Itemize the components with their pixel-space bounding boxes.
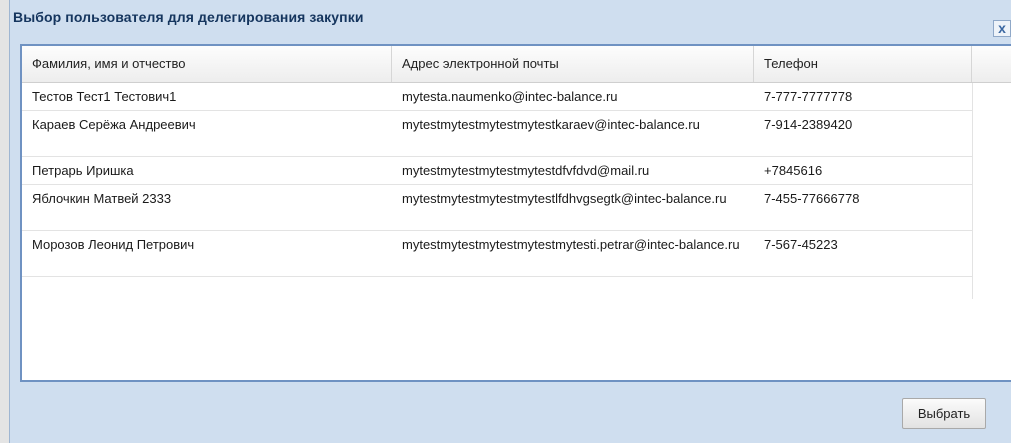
- cell-email: mytestmytestmytestmytestkaraev@intec-bal…: [402, 117, 700, 132]
- cell-email: mytestmytestmytestmytestdfvfdvd@mail.ru: [402, 163, 650, 178]
- cell-email: mytestmytestmytestmytestlfdhvgsegtk@inte…: [402, 191, 727, 206]
- grid-header: Фамилия, имя и отчество Адрес электронно…: [22, 46, 1011, 83]
- cell-phone: 7-777-7777778: [764, 89, 853, 104]
- cell-email: mytestmytestmytestmytestmytesti.petrar@i…: [402, 237, 740, 252]
- table-row[interactable]: Караев Серёжа Андреевич mytestmytestmyte…: [22, 111, 972, 157]
- cell-name: Яблочкин Матвей 2333: [32, 191, 172, 206]
- column-header-name[interactable]: Фамилия, имя и отчество: [22, 46, 392, 82]
- dialog-title: Выбор пользователя для делегирования зак…: [13, 9, 364, 25]
- table-row[interactable]: Яблочкин Матвей 2333 mytestmytestmytestm…: [22, 185, 972, 231]
- table-row[interactable]: Тестов Тест1 Тестович1 mytesta.naumenko@…: [22, 83, 972, 111]
- user-delegation-dialog: Выбор пользователя для делегирования зак…: [9, 0, 1011, 443]
- table-row[interactable]: Морозов Леонид Петрович mytestmytestmyte…: [22, 231, 972, 277]
- cell-phone: 7-455-77666778: [764, 191, 860, 206]
- close-button[interactable]: x: [993, 20, 1011, 37]
- cell-phone: +7845616: [764, 163, 823, 178]
- cell-name: Караев Серёжа Андреевич: [32, 117, 196, 132]
- select-button[interactable]: Выбрать: [902, 398, 986, 429]
- cell-name: Петрарь Иришка: [32, 163, 134, 178]
- dialog-title-bar: Выбор пользователя для делегирования зак…: [10, 0, 1011, 37]
- cell-email: mytesta.naumenko@intec-balance.ru: [402, 89, 618, 104]
- cell-phone: 7-914-2389420: [764, 117, 853, 132]
- table-row[interactable]: Петрарь Иришка mytestmytestmytestmytestd…: [22, 157, 972, 185]
- cell-name: Морозов Леонид Петрович: [32, 237, 195, 252]
- column-header-email[interactable]: Адрес электронной почты: [392, 46, 754, 82]
- grid-body: Тестов Тест1 Тестович1 mytesta.naumenko@…: [22, 83, 972, 277]
- column-header-spacer: [972, 46, 1011, 82]
- cell-name: Тестов Тест1 Тестович1: [32, 89, 177, 104]
- close-icon: x: [998, 20, 1006, 36]
- users-grid: Фамилия, имя и отчество Адрес электронно…: [20, 44, 1011, 382]
- cell-phone: 7-567-45223: [764, 237, 838, 252]
- column-header-phone[interactable]: Телефон: [754, 46, 972, 82]
- grid-column-divider: [972, 83, 973, 299]
